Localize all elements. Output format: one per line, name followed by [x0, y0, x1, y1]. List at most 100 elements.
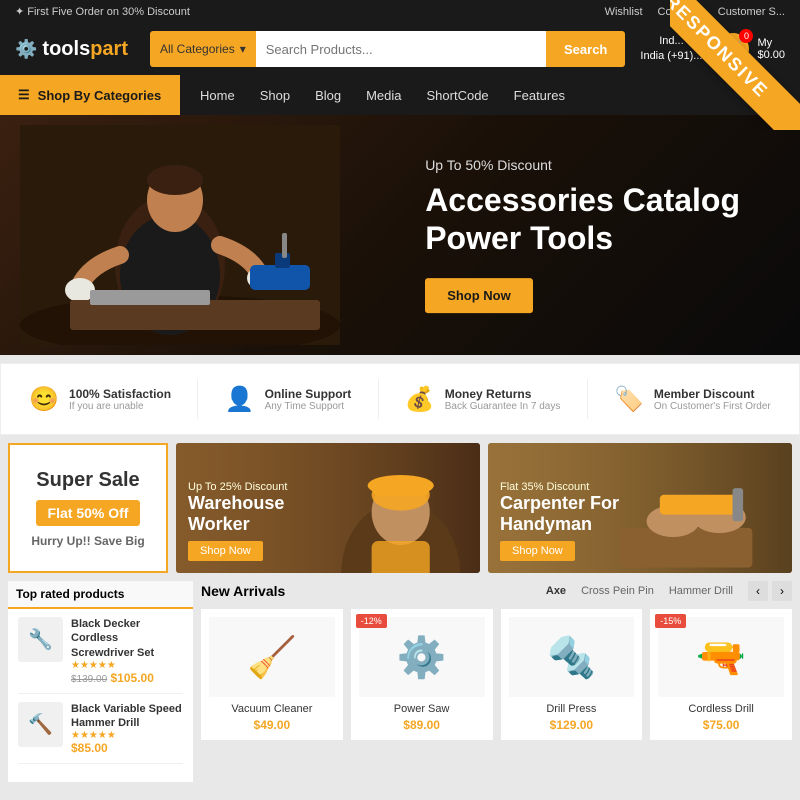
tab-cross-pein[interactable]: Cross Pein Pin [581, 585, 654, 597]
top-bar: ✦ First Five Order on 30% Discount Wishl… [0, 0, 800, 23]
search-button[interactable]: Search [546, 31, 625, 67]
nav-features[interactable]: Features [514, 88, 565, 103]
cart-badge: 0 [739, 29, 753, 43]
nav-shortcode[interactable]: ShortCode [427, 88, 489, 103]
product-card-1-price: $49.00 [209, 718, 335, 732]
header-right: Ind... India (+91)... 🛒 0 My $0.00 [640, 33, 785, 65]
product-2-stars: ★★★★★ [71, 730, 183, 741]
nav-blog[interactable]: Blog [315, 88, 341, 103]
cart-label-group: My $0.00 [757, 37, 785, 61]
product-card-4-name: Cordless Drill [658, 703, 784, 715]
feature-satisfaction: 😊 100% Satisfaction If you are unable [29, 385, 171, 414]
logo-text-1: tools [42, 38, 90, 60]
cart-label: My [757, 37, 785, 49]
product-card-2-image: ⚙️ [359, 617, 485, 697]
banner2-discount: Flat 35% Discount [500, 481, 619, 493]
phone-country: Ind... [640, 34, 702, 49]
product-card-4-image: 🔫 [658, 617, 784, 697]
banner1-discount: Up To 25% Discount [188, 481, 287, 493]
tab-hammer-drill[interactable]: Hammer Drill [669, 585, 733, 597]
divider-2 [378, 379, 379, 419]
compare-link[interactable]: Compare [658, 6, 703, 18]
header: ⚙️ toolspart All Categories ▾ Search Ind… [0, 23, 800, 75]
nav-arrows: ‹ › [748, 581, 792, 601]
banner2-shop-button[interactable]: Shop Now [500, 541, 575, 561]
hero-title: Accessories CatalogPower Tools [425, 181, 740, 258]
logo[interactable]: ⚙️ toolspart [15, 38, 135, 61]
search-bar: All Categories ▾ Search [150, 31, 625, 67]
satisfaction-icon: 😊 [29, 385, 59, 414]
banner1-shop-button[interactable]: Shop Now [188, 541, 263, 561]
banner1-btn-label: Shop Now [200, 545, 251, 557]
product-1-image: 🔧 [18, 617, 63, 662]
product-card-1[interactable]: 🧹 Vacuum Cleaner $49.00 [201, 609, 343, 740]
cart-icon-circle: 🛒 0 [717, 33, 749, 65]
product-card-3-name: Drill Press [509, 703, 635, 715]
category-dropdown[interactable]: All Categories ▾ [150, 31, 256, 67]
top-rated-panel: Top rated products 🔧 Black Decker Cordle… [8, 581, 193, 782]
product-1-price-old: $139.00 [71, 674, 107, 685]
product-card-3-image: 🔩 [509, 617, 635, 697]
banner1-title: WarehouseWorker [188, 493, 287, 536]
product-card-2-badge: -12% [356, 614, 387, 628]
product-2-price-new: $85.00 [71, 741, 108, 755]
customer-service-link[interactable]: Customer S... [718, 6, 785, 18]
bottom-section: Top rated products 🔧 Black Decker Cordle… [0, 581, 800, 782]
features-bar: 😊 100% Satisfaction If you are unable 👤 … [0, 363, 800, 435]
support-icon: 👤 [225, 385, 255, 414]
warehouse-worker-banner[interactable]: Up To 25% Discount WarehouseWorker Shop … [176, 443, 480, 573]
shop-by-label: Shop By Categories [38, 88, 162, 103]
hero-banner: Up To 50% Discount Accessories CatalogPo… [0, 115, 800, 355]
new-arrivals-header: New Arrivals Axe Cross Pein Pin Hammer D… [201, 581, 792, 601]
cart-button[interactable]: 🛒 0 My $0.00 [717, 33, 785, 65]
hero-content: Up To 50% Discount Accessories CatalogPo… [425, 157, 740, 313]
product-card-3-price: $129.00 [509, 718, 635, 732]
banner2-title: Carpenter ForHandyman [500, 493, 619, 536]
feature-support: 👤 Online Support Any Time Support [225, 385, 352, 414]
feature-returns: 💰 Money Returns Back Guarantee In 7 days [405, 385, 561, 414]
product-card-1-name: Vacuum Cleaner [209, 703, 335, 715]
shop-by-categories[interactable]: ☰ Shop By Categories [0, 75, 180, 115]
product-item-2: 🔨 Black Variable Speed Hammer Drill ★★★★… [18, 702, 183, 765]
feature-2-desc: Any Time Support [265, 401, 352, 412]
product-card-4[interactable]: -15% 🔫 Cordless Drill $75.00 [650, 609, 792, 740]
tab-axe[interactable]: Axe [546, 585, 566, 597]
returns-icon: 💰 [405, 385, 435, 414]
page-wrapper: ✦ First Five Order on 30% Discount Wishl… [0, 0, 800, 800]
divider-1 [197, 379, 198, 419]
hero-subtitle: Up To 50% Discount [425, 157, 740, 173]
new-arrivals-section: New Arrivals Axe Cross Pein Pin Hammer D… [201, 581, 792, 782]
feature-returns-text: Money Returns Back Guarantee In 7 days [445, 387, 561, 412]
new-arrivals-title: New Arrivals [201, 583, 285, 599]
product-card-2[interactable]: -12% ⚙️ Power Saw $89.00 [351, 609, 493, 740]
discount-icon: 🏷️ [614, 385, 644, 414]
super-sale-banner: Super Sale Flat 50% Off Hurry Up!! Save … [8, 443, 168, 573]
carpenter-banner[interactable]: Flat 35% Discount Carpenter ForHandyman … [488, 443, 792, 573]
sale-title: Super Sale [36, 469, 139, 492]
divider-3 [587, 379, 588, 419]
product-1-stars: ★★★★★ [71, 660, 183, 671]
feature-1-title: 100% Satisfaction [69, 387, 171, 401]
feature-4-desc: On Customer's First Order [654, 401, 771, 412]
feature-satisfaction-text: 100% Satisfaction If you are unable [69, 387, 171, 412]
search-input[interactable] [256, 31, 546, 67]
nav-shop[interactable]: Shop [260, 88, 290, 103]
product-card-2-name: Power Saw [359, 703, 485, 715]
nav-home[interactable]: Home [200, 88, 235, 103]
chevron-down-icon: ▾ [240, 42, 246, 56]
product-card-1-image: 🧹 [209, 617, 335, 697]
logo-text: toolspart [42, 38, 128, 61]
feature-discount-text: Member Discount On Customer's First Orde… [654, 387, 771, 412]
wishlist-link[interactable]: Wishlist [605, 6, 643, 18]
product-card-2-price: $89.00 [359, 718, 485, 732]
nav-media[interactable]: Media [366, 88, 401, 103]
product-item-1: 🔧 Black Decker Cordless Screwdriver Set … [18, 617, 183, 694]
product-1-name: Black Decker Cordless Screwdriver Set [71, 617, 183, 660]
cart-price: $0.00 [757, 49, 785, 61]
hero-shop-now-button[interactable]: Shop Now [425, 278, 533, 313]
next-arrow[interactable]: › [772, 581, 792, 601]
product-1-info: Black Decker Cordless Screwdriver Set ★★… [71, 617, 183, 685]
prev-arrow[interactable]: ‹ [748, 581, 768, 601]
product-1-price-new: $105.00 [111, 671, 154, 685]
product-card-3[interactable]: 🔩 Drill Press $129.00 [501, 609, 643, 740]
